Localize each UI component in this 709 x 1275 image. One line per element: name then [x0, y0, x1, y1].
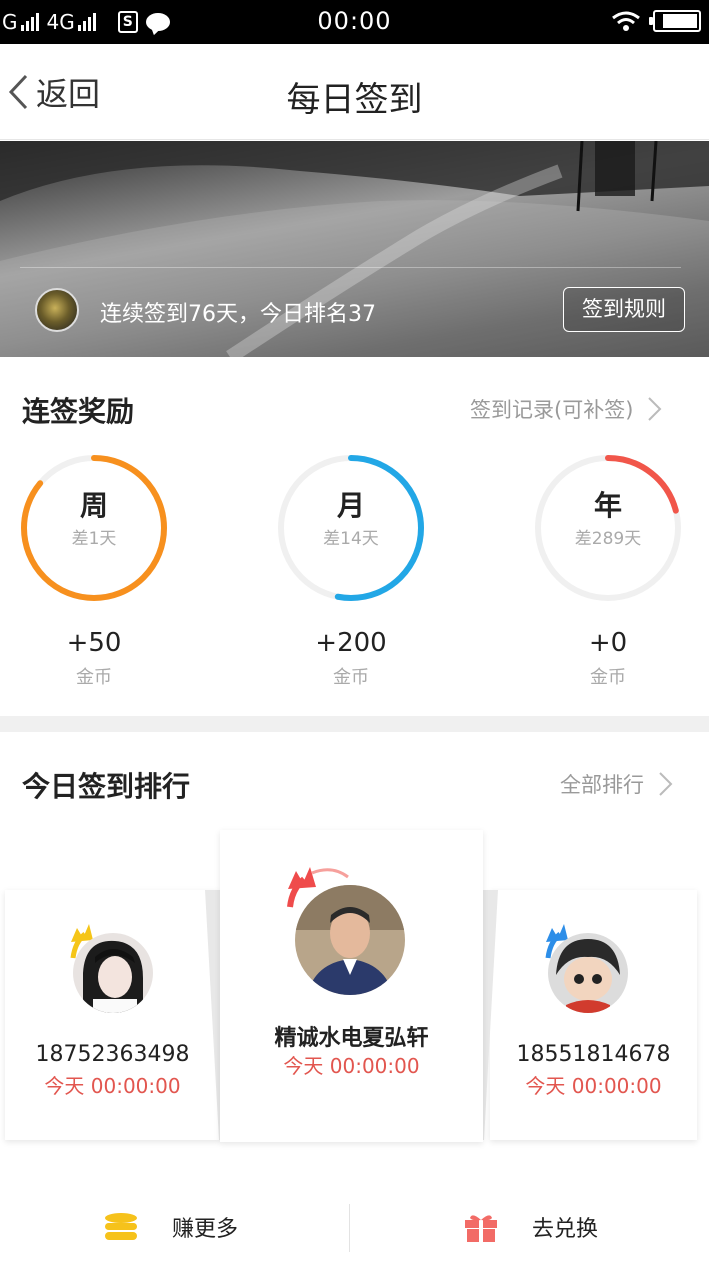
checkin-history-link[interactable]: 签到记录(可补签) [470, 394, 667, 424]
bottom-bar-divider [349, 1204, 350, 1252]
status-right [611, 10, 701, 32]
banner: 连续签到76天，今日排名37 签到规则 [0, 141, 709, 357]
rank-2-name: 18752363498 [35, 1042, 190, 1067]
rank-3-time: 今天 00:00:00 [525, 1074, 662, 1098]
all-ranking-label: 全部排行 [560, 773, 644, 797]
redeem-label: 去兑换 [532, 1216, 599, 1242]
rank-3-avatar [548, 933, 628, 1013]
status-time: 00:00 [317, 7, 392, 35]
monthly-title: 月 [336, 489, 365, 522]
monthly-reward-ring: 月 差14天 [277, 454, 425, 602]
checkin-history-label: 签到记录(可补签) [470, 398, 634, 422]
page-title: 每日签到 [286, 80, 423, 120]
weekly-remaining: 差1天 [71, 529, 117, 549]
nav-bar: 返回 每日签到 [0, 44, 709, 140]
status-bar: G 4G S 00:00 [0, 0, 709, 44]
rank-1-time: 今天 00:00:00 [283, 1054, 420, 1078]
banner-divider [20, 267, 681, 268]
rank-3-name: 18551814678 [516, 1042, 671, 1067]
weekly-title: 周 [79, 489, 108, 522]
rank-1-avatar [295, 885, 405, 995]
section-divider [0, 716, 709, 732]
earn-more-button[interactable]: 赚更多 [104, 1178, 238, 1275]
checkin-status-text: 连续签到76天，今日排名37 [100, 302, 376, 327]
ranking-section-title: 今日签到排行 [22, 770, 191, 803]
redeem-button[interactable]: 去兑换 [464, 1178, 598, 1275]
rank-card-1[interactable]: 精诚水电夏弘轩 今天 00:00:00 [220, 830, 483, 1142]
rank-card-3[interactable]: 18551814678 今天 00:00:00 [490, 890, 697, 1140]
weekly-reward-ring: 周 差1天 [20, 454, 168, 602]
yearly-reward-unit: 金币 [590, 667, 626, 688]
user-avatar [35, 288, 79, 332]
rewards-section-title: 连签奖励 [22, 395, 135, 428]
gift-icon [465, 1214, 497, 1242]
weekly-reward-unit: 金币 [76, 667, 112, 688]
weekly-reward-value: +50 [66, 628, 122, 658]
rank-2-time: 今天 00:00:00 [44, 1074, 181, 1098]
earn-more-label: 赚更多 [172, 1216, 239, 1242]
battery-icon [649, 10, 701, 32]
monthly-reward-value: +200 [315, 628, 387, 658]
all-ranking-link[interactable]: 全部排行 [560, 769, 678, 799]
monthly-reward-unit: 金币 [333, 667, 369, 688]
yearly-title: 年 [593, 489, 622, 522]
checkin-rules-button[interactable]: 签到规则 [563, 287, 685, 332]
coins-icon [105, 1212, 137, 1240]
rank-1-name: 精诚水电夏弘轩 [274, 1026, 429, 1051]
bottom-bar: 赚更多 去兑换 [0, 1178, 709, 1275]
yearly-remaining: 差289天 [574, 529, 642, 549]
rank-2-avatar [73, 933, 153, 1013]
wifi-icon [612, 11, 640, 31]
chevron-right-icon [659, 772, 673, 796]
yearly-reward-ring: 年 差289天 [534, 454, 682, 602]
yearly-reward-value: +0 [588, 628, 628, 658]
chevron-right-icon [648, 397, 662, 421]
monthly-remaining: 差14天 [323, 529, 379, 549]
rank-card-2[interactable]: 18752363498 今天 00:00:00 [5, 890, 220, 1140]
